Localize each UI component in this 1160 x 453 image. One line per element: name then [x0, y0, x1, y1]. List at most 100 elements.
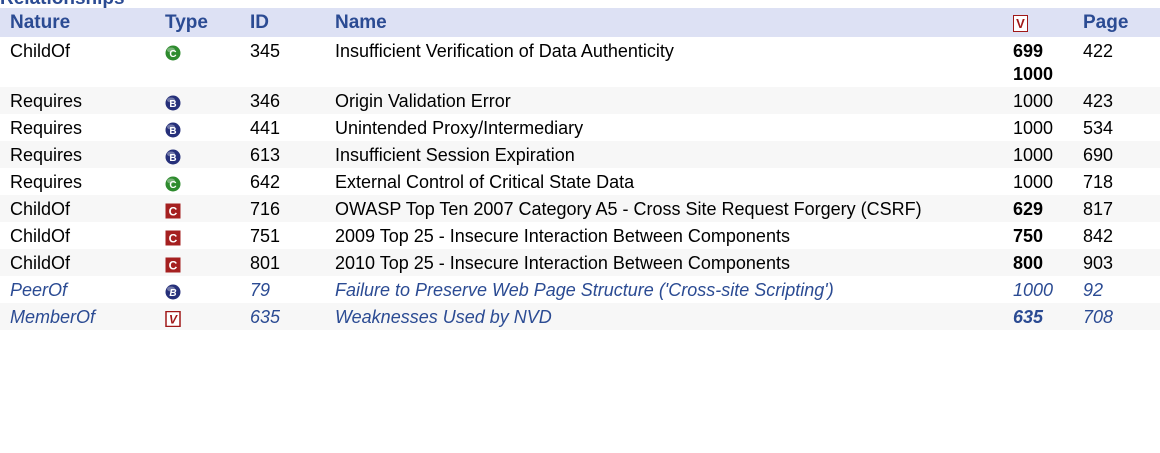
base-icon: B: [165, 94, 181, 111]
table-body: ChildOf C 345 Insufficient Verification of …: [0, 37, 1160, 330]
cell-nature: MemberOf: [0, 303, 155, 330]
view-id: 1000: [1013, 172, 1054, 192]
category-icon: C: [165, 202, 181, 219]
relationships-table: Nature Type ID Name V Page ChildOf C 345 In…: [0, 8, 1160, 330]
cell-page: 92: [1083, 280, 1104, 300]
cell-page: 422: [1083, 41, 1114, 61]
cell-page: 534: [1083, 118, 1114, 138]
cell-type: B: [155, 87, 240, 114]
cell-page: 718: [1083, 172, 1114, 192]
cell-id: 716: [240, 195, 325, 222]
cell-page: 708: [1073, 303, 1160, 330]
table-row: ChildOf C 751 2009 Top 25 - Insecure Intera…: [0, 222, 1160, 249]
view-id: 635: [1013, 307, 1044, 327]
cell-id: 642: [250, 172, 281, 192]
cell-id: 751: [250, 226, 281, 246]
cell-type: V: [155, 303, 240, 330]
view-id: 1000: [1013, 145, 1054, 165]
cell-name: 2009 Top 25 - Insecure Interaction Betwe…: [335, 226, 790, 246]
cell-id: 613: [240, 141, 325, 168]
cell-name: 2010 Top 25 - Insecure Interaction Betwe…: [325, 249, 1003, 276]
table-row: ChildOf C 345 Insufficient Verification of …: [0, 37, 1160, 87]
svg-text:C: C: [169, 232, 178, 246]
table-row: PeerOf B 79 Failure to Preserve Web Page St…: [0, 276, 1160, 303]
cell-nature: Requires: [0, 141, 155, 168]
class-icon: C: [165, 44, 181, 61]
svg-text:B: B: [169, 126, 176, 137]
view-icon: V: [1013, 14, 1028, 32]
cell-nature: PeerOf: [10, 280, 68, 300]
svg-text:B: B: [169, 99, 176, 110]
header-nature: Nature: [0, 8, 155, 37]
cell-page: 903: [1073, 249, 1160, 276]
class-icon: C: [165, 175, 181, 192]
cell-view: 699 1000: [1003, 37, 1073, 87]
table-row: Requires B 346 Origin Validation Error 1000 4…: [0, 87, 1160, 114]
cell-id: 635: [240, 303, 325, 330]
cell-page: 423: [1073, 87, 1160, 114]
cell-view: 635: [1003, 303, 1073, 330]
table-row: Requires C 642 External Control of Critical…: [0, 168, 1160, 195]
view-id: 699: [1013, 41, 1044, 61]
cell-id: 801: [240, 249, 325, 276]
cell-page: 817: [1073, 195, 1160, 222]
cell-type: B: [155, 114, 240, 141]
table-row: Requires B 613 Insufficient Session Expirat…: [0, 141, 1160, 168]
view-id: 629: [1013, 199, 1044, 219]
svg-text:V: V: [169, 313, 178, 327]
cell-type: B: [155, 276, 240, 303]
header-id: ID: [240, 8, 325, 37]
svg-text:C: C: [169, 259, 178, 273]
view-id: 1000: [1013, 91, 1054, 111]
base-icon: B: [165, 148, 181, 165]
cell-view: 1000: [1003, 168, 1073, 195]
cell-type: C: [155, 249, 240, 276]
svg-text:C: C: [169, 49, 176, 60]
view-id: 800: [1013, 253, 1044, 273]
cell-id: 79: [250, 280, 271, 300]
view-id: 1000: [1013, 118, 1054, 138]
cell-nature: Requires: [10, 172, 83, 192]
cell-view: 1000: [1003, 276, 1073, 303]
category-icon: C: [165, 229, 181, 246]
svg-text:C: C: [169, 205, 178, 219]
cell-name: OWASP Top Ten 2007 Category A5 - Cross S…: [325, 195, 1003, 222]
cell-name: Failure to Preserve Web Page Structure (…: [335, 280, 834, 300]
base-icon: B: [165, 121, 181, 138]
cell-view: 1000: [1003, 114, 1073, 141]
cell-view: 629: [1003, 195, 1073, 222]
cell-view: 1000: [1003, 87, 1073, 114]
header-view: V: [1003, 8, 1073, 37]
cell-type: C: [155, 222, 240, 249]
category-icon: C: [165, 256, 181, 273]
cell-view: 1000: [1003, 141, 1073, 168]
view-id: 750: [1013, 226, 1044, 246]
cell-name: Weaknesses Used by NVD: [325, 303, 1003, 330]
cell-nature: ChildOf: [0, 195, 155, 222]
table-row: MemberOf V 635 Weaknesses Used by NVD 635 708: [0, 303, 1160, 330]
cell-nature: Requires: [0, 87, 155, 114]
cell-name: External Control of Critical State Data: [335, 172, 635, 192]
base-icon: B: [165, 283, 181, 300]
cell-type: C: [155, 37, 240, 87]
cell-name: Insufficient Verification of Data Authen…: [335, 41, 674, 61]
header-page: Page: [1073, 8, 1160, 37]
svg-text:B: B: [169, 153, 176, 164]
cell-page: 690: [1073, 141, 1160, 168]
cell-nature: ChildOf: [10, 226, 71, 246]
view-id: 1000: [1013, 280, 1054, 300]
cell-nature: ChildOf: [10, 41, 71, 61]
cell-name: Unintended Proxy/Intermediary: [335, 118, 584, 138]
header-type: Type: [155, 8, 240, 37]
cell-view: 750: [1003, 222, 1073, 249]
cell-page: 842: [1083, 226, 1114, 246]
table-row: ChildOf C 716 OWASP Top Ten 2007 Category A…: [0, 195, 1160, 222]
cell-id: 345: [250, 41, 281, 61]
table-header-row: Nature Type ID Name V Page: [0, 8, 1160, 37]
cell-nature: ChildOf: [0, 249, 155, 276]
table-row: Requires B 441 Unintended Proxy/Intermediar…: [0, 114, 1160, 141]
svg-text:C: C: [169, 180, 176, 191]
cell-id: 346: [240, 87, 325, 114]
cell-type: C: [155, 195, 240, 222]
cell-view: 800: [1003, 249, 1073, 276]
